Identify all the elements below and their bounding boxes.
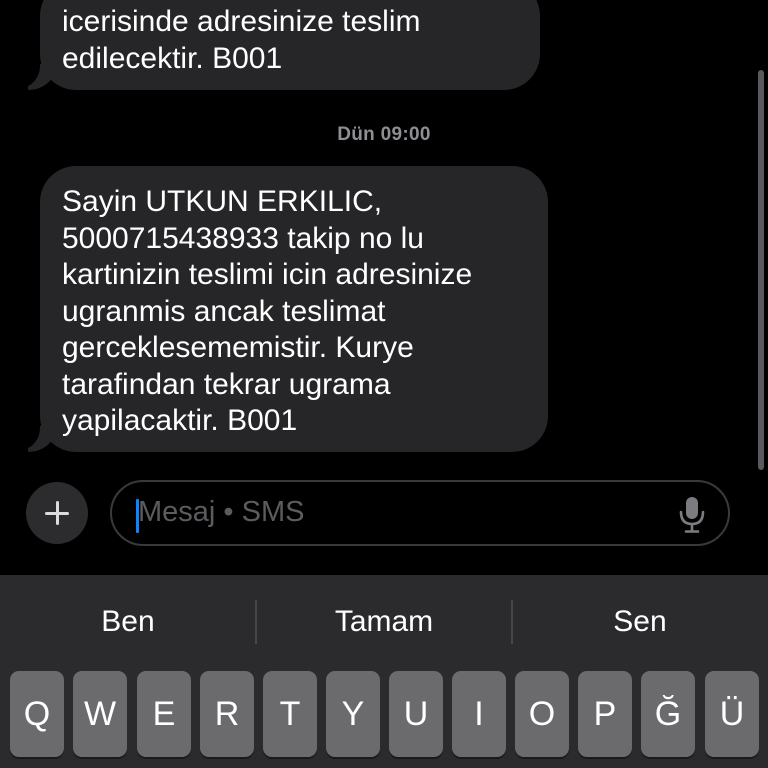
message-line: Sayin UTKUN ERKILIC, bbox=[62, 185, 383, 218]
message-line: kartinizin teslimi icin adresinize bbox=[62, 258, 473, 291]
key-y[interactable]: Y bbox=[326, 671, 380, 757]
message-line: icerisinde adresinize teslim bbox=[62, 5, 421, 38]
suggestion-tamam[interactable]: Tamam bbox=[256, 575, 512, 669]
key-p[interactable]: P bbox=[578, 671, 632, 757]
key-q[interactable]: Q bbox=[10, 671, 64, 757]
key-r[interactable]: R bbox=[200, 671, 254, 757]
message-input-placeholder: Mesaj • SMS bbox=[138, 496, 305, 528]
microphone-icon[interactable] bbox=[678, 496, 706, 534]
message-line: ugranmis ancak teslimat bbox=[62, 294, 386, 328]
key-w[interactable]: W bbox=[73, 671, 127, 757]
plus-icon bbox=[45, 501, 69, 525]
scrollbar[interactable] bbox=[758, 70, 764, 470]
key-u-umlaut[interactable]: Ü bbox=[705, 671, 759, 757]
message-bubble[interactable]: icerisinde adresinize teslim edilecektir… bbox=[40, 0, 540, 90]
message-line: yapilacaktir. B001 bbox=[62, 404, 298, 437]
suggestion-bar: Ben Tamam Sen bbox=[0, 575, 768, 669]
message-line: edilecektir. B001 bbox=[62, 41, 283, 75]
suggestion-ben[interactable]: Ben bbox=[0, 575, 256, 669]
key-i[interactable]: I bbox=[452, 671, 506, 757]
key-o[interactable]: O bbox=[515, 671, 569, 757]
key-t[interactable]: T bbox=[263, 671, 317, 757]
key-e[interactable]: E bbox=[137, 671, 191, 757]
message-bubble[interactable]: Sayin UTKUN ERKILIC, 5000715438933 takip… bbox=[40, 166, 548, 452]
suggestion-sen[interactable]: Sen bbox=[512, 575, 768, 669]
composer-bar: Mesaj • SMS bbox=[0, 478, 768, 558]
message-timestamp: Dün 09:00 bbox=[337, 124, 431, 145]
add-attachment-button[interactable] bbox=[26, 482, 88, 544]
keyboard: Ben Tamam Sen Q W E R T Y U I O P Ğ Ü bbox=[0, 575, 768, 768]
key-u[interactable]: U bbox=[389, 671, 443, 757]
keyboard-row-1: Q W E R T Y U I O P Ğ Ü bbox=[0, 671, 768, 768]
key-g-breve[interactable]: Ğ bbox=[641, 671, 695, 757]
message-input[interactable]: Mesaj • SMS bbox=[110, 480, 730, 546]
message-line: 5000715438933 takip no lu bbox=[62, 221, 424, 255]
message-line: gerceklesememistir. Kurye bbox=[62, 331, 414, 364]
message-thread[interactable]: icerisinde adresinize teslim edilecektir… bbox=[0, 0, 768, 575]
message-line: tarafindan tekrar ugrama bbox=[62, 367, 391, 401]
